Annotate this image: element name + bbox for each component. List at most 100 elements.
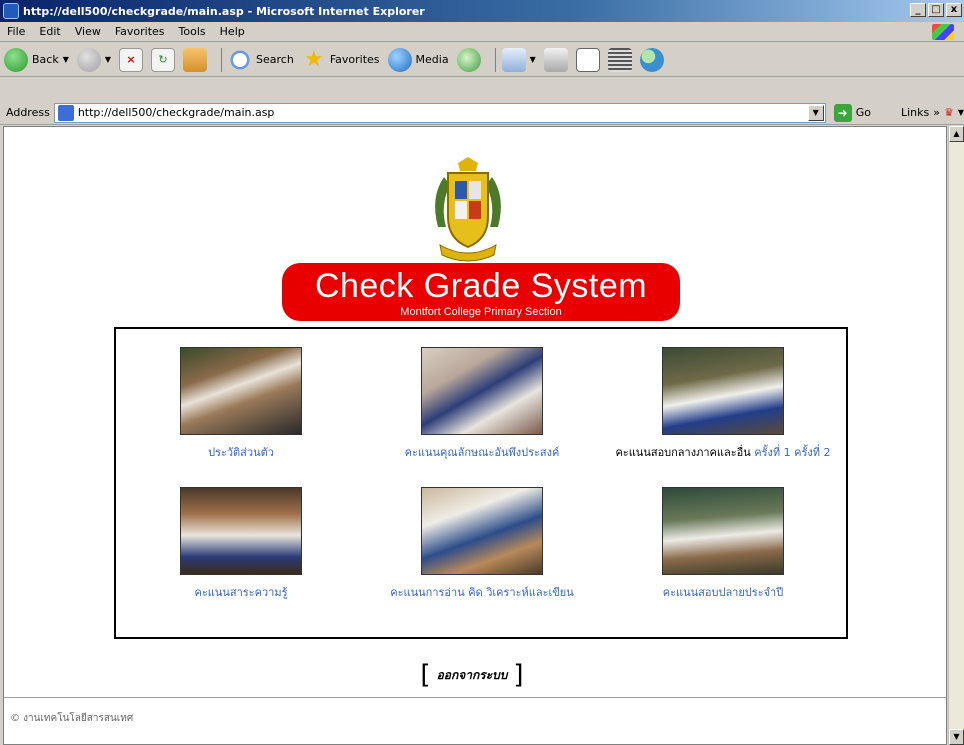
windows-logo-icon bbox=[932, 24, 954, 40]
crest-icon bbox=[435, 157, 501, 262]
scroll-up-icon[interactable]: ▲ bbox=[949, 126, 964, 142]
bracket-left-icon: [ bbox=[420, 660, 431, 690]
footer-text: © งานเทคโนโลยีสารสนเทศ bbox=[10, 713, 134, 724]
menu-item-knowledge: คะแนนสาระความรู้ bbox=[126, 487, 356, 601]
maximize-button[interactable]: □ bbox=[928, 3, 944, 17]
media-icon bbox=[387, 47, 412, 72]
address-dropdown-icon[interactable]: ▼ bbox=[807, 104, 824, 121]
address-bar: Address http://dell500/checkgrade/main.a… bbox=[0, 101, 964, 125]
photo-character[interactable] bbox=[421, 347, 543, 435]
favorites-button[interactable]: ★ Favorites bbox=[302, 46, 380, 72]
forward-dropdown-icon[interactable]: ▼ bbox=[105, 55, 111, 64]
messenger-icon bbox=[639, 47, 664, 72]
menu-link-final[interactable]: คะแนนสอบปลายประจำปี bbox=[608, 583, 838, 601]
go-label: Go bbox=[855, 106, 871, 119]
menu-edit[interactable]: Edit bbox=[32, 25, 67, 38]
history-button[interactable] bbox=[456, 47, 481, 72]
back-dropdown-icon[interactable]: ▼ bbox=[63, 55, 69, 64]
back-button[interactable]: Back ▼ bbox=[4, 47, 69, 72]
menu-tools[interactable]: Tools bbox=[172, 25, 213, 38]
chevron-right-icon: » bbox=[933, 106, 940, 119]
menu-link-midterm-1[interactable]: ครั้งที่ 1 bbox=[754, 446, 790, 459]
title-bar: http://dell500/checkgrade/main.asp - Mic… bbox=[0, 0, 964, 22]
search-icon bbox=[228, 47, 253, 72]
menu-item-midterm-text: คะแนนสอบกลางภาคและอื่น ครั้งที่ 1 ครั้งท… bbox=[608, 443, 838, 461]
footer-divider bbox=[4, 697, 946, 699]
ie-icon bbox=[3, 3, 19, 19]
favorites-icon: ★ bbox=[303, 46, 324, 72]
menu-item-midterm: คะแนนสอบกลางภาคและอื่น ครั้งที่ 1 ครั้งท… bbox=[608, 347, 838, 461]
logout-label: ออกจากระบบ bbox=[436, 667, 508, 682]
menu-item-profile: ประวัติส่วนตัว bbox=[126, 347, 356, 461]
history-icon bbox=[456, 47, 481, 72]
mail-button[interactable]: ▼ bbox=[501, 47, 536, 72]
minimize-button[interactable]: _ bbox=[910, 3, 926, 17]
logout-button[interactable]: [ ออกจากระบบ ] bbox=[408, 660, 536, 690]
toolbar: Back ▼ ▼ × ↻ Search ★ Favorites Media ▼ bbox=[0, 43, 964, 77]
refresh-button[interactable]: ↻ bbox=[151, 47, 176, 72]
home-button[interactable] bbox=[183, 47, 208, 72]
search-label: Search bbox=[256, 53, 294, 66]
banner-title: Check Grade System bbox=[314, 267, 648, 305]
menu-label-midterm: คะแนนสอบกลางภาคและอื่น bbox=[615, 446, 751, 459]
bracket-right-icon: ] bbox=[513, 660, 524, 690]
address-label: Address bbox=[6, 106, 50, 119]
menu-file[interactable]: File bbox=[0, 25, 32, 38]
mail-dropdown-icon[interactable]: ▼ bbox=[530, 55, 536, 64]
menu-help[interactable]: Help bbox=[213, 25, 252, 38]
window-controls: _ □ x bbox=[910, 3, 962, 17]
back-label: Back bbox=[32, 53, 59, 66]
toolbar-separator bbox=[221, 47, 223, 72]
window-title: http://dell500/checkgrade/main.asp - Mic… bbox=[23, 4, 425, 18]
translate-icon[interactable]: ♛ bbox=[944, 106, 954, 119]
back-icon bbox=[4, 47, 28, 72]
photo-knowledge[interactable] bbox=[180, 487, 302, 575]
stop-icon: × bbox=[119, 47, 144, 72]
print-button[interactable] bbox=[543, 47, 568, 72]
menu-link-character[interactable]: คะแนนคุณลักษณะอันพึงประสงค์ bbox=[367, 443, 597, 461]
media-button[interactable]: Media bbox=[387, 47, 449, 72]
scroll-down-icon[interactable]: ▼ bbox=[949, 729, 964, 745]
links-label: Links bbox=[900, 106, 930, 119]
refresh-icon: ↻ bbox=[151, 47, 176, 72]
mail-icon bbox=[501, 47, 526, 72]
forward-icon bbox=[76, 47, 101, 72]
discuss-icon bbox=[607, 47, 632, 72]
search-button[interactable]: Search bbox=[228, 47, 294, 72]
photo-final[interactable] bbox=[662, 487, 784, 575]
stop-button[interactable]: × bbox=[119, 47, 144, 72]
photo-profile[interactable] bbox=[180, 347, 302, 435]
edit-button[interactable] bbox=[575, 47, 600, 72]
menu-item-final: คะแนนสอบปลายประจำปี bbox=[608, 487, 838, 601]
edit-icon bbox=[575, 47, 600, 72]
menu-link-reading[interactable]: คะแนนการอ่าน คิด วิเคราะห์และเขียน bbox=[367, 583, 597, 601]
menu-link-midterm-2[interactable]: ครั้งที่ 2 bbox=[794, 446, 830, 459]
menu-item-character: คะแนนคุณลักษณะอันพึงประสงค์ bbox=[367, 347, 597, 461]
address-url[interactable]: http://dell500/checkgrade/main.asp bbox=[78, 106, 275, 119]
home-icon bbox=[183, 47, 208, 72]
address-input[interactable]: http://dell500/checkgrade/main.asp ▼ bbox=[53, 102, 826, 123]
menu-panel: ประวัติส่วนตัว คะแนนคุณลักษณะอันพึงประสง… bbox=[114, 327, 848, 639]
menu-item-reading: คะแนนการอ่าน คิด วิเคราะห์และเขียน bbox=[367, 487, 597, 601]
links-button[interactable]: Links » ♛ ▼ bbox=[901, 106, 964, 119]
go-button[interactable]: ➜ Go bbox=[833, 103, 871, 122]
go-icon: ➜ bbox=[833, 103, 852, 122]
page-icon bbox=[57, 104, 74, 121]
discuss-button[interactable] bbox=[607, 47, 632, 72]
menu-bar: File Edit View Favorites Tools Help bbox=[0, 22, 964, 42]
toolbar-separator bbox=[494, 47, 496, 72]
page-viewport: Check Grade System Montfort College Prim… bbox=[3, 126, 947, 745]
photo-reading[interactable] bbox=[421, 487, 543, 575]
vertical-scrollbar[interactable]: ▲ ▼ bbox=[948, 126, 964, 745]
menu-link-profile[interactable]: ประวัติส่วนตัว bbox=[126, 443, 356, 461]
close-button[interactable]: x bbox=[946, 3, 962, 17]
banner-subtitle: Montfort College Primary Section bbox=[400, 306, 562, 318]
menu-view[interactable]: View bbox=[68, 25, 108, 38]
menu-link-knowledge[interactable]: คะแนนสาระความรู้ bbox=[126, 583, 356, 601]
forward-button[interactable]: ▼ bbox=[76, 47, 111, 72]
media-label: Media bbox=[415, 53, 449, 66]
links-dropdown-icon[interactable]: ▼ bbox=[958, 108, 964, 117]
photo-midterm[interactable] bbox=[662, 347, 784, 435]
messenger-button[interactable] bbox=[639, 47, 664, 72]
menu-favorites[interactable]: Favorites bbox=[108, 25, 172, 38]
